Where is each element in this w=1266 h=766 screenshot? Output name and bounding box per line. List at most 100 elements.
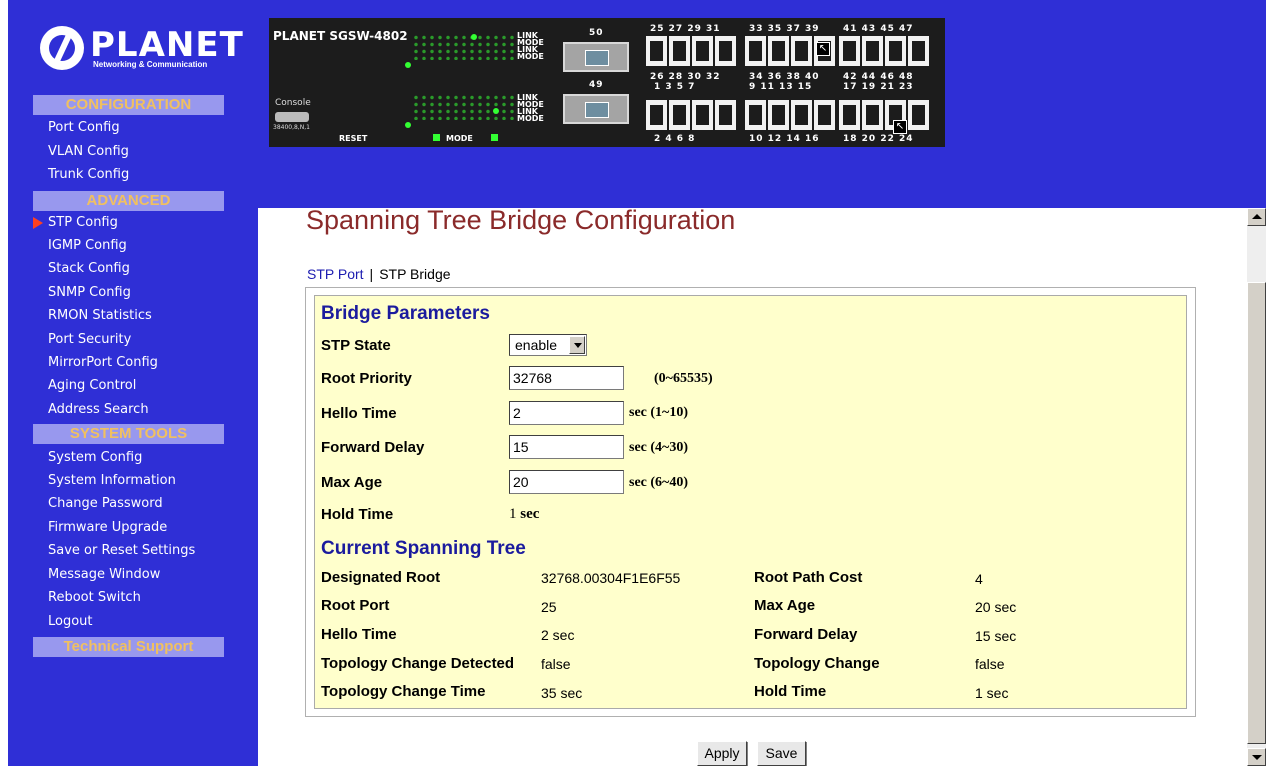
sidebar-item-change-password[interactable]: Change Password [48, 493, 163, 515]
sidebar-item-mirrorport-config[interactable]: MirrorPort Config [48, 352, 158, 374]
max-age-input[interactable] [509, 470, 624, 494]
sidebar-item-vlan-config[interactable]: VLAN Config [48, 141, 129, 163]
rj45-ports-bottom-2 [745, 100, 835, 130]
panel-brand: PLANET SGSW-4802 [273, 29, 408, 43]
sfp-port-icon [563, 42, 629, 72]
rj45-ports-bottom-3 [839, 100, 929, 130]
led-label: MODE [517, 114, 544, 123]
switch-front-panel: PLANET SGSW-4802 LINK MODE LINK MODE LIN… [269, 18, 945, 147]
current-forward-delay-label: Forward Delay [754, 626, 858, 643]
max-age-range: sec (6~40) [629, 475, 688, 490]
sidebar-item-snmp-config[interactable]: SNMP Config [48, 282, 131, 304]
mode-label: MODE [446, 134, 473, 143]
topology-change-detected-label: Topology Change Detected [321, 655, 515, 672]
led-lit [405, 62, 411, 68]
port-numbers: 33 35 37 39 [749, 24, 820, 34]
current-max-age-value: 20 sec [975, 599, 1017, 615]
max-age-label: Max Age [321, 474, 383, 491]
led-lit [471, 34, 477, 40]
forward-delay-range: sec (4~30) [629, 440, 688, 455]
scroll-up-icon[interactable] [1247, 208, 1266, 226]
vertical-scrollbar[interactable] [1247, 208, 1266, 766]
root-priority-label: Root Priority [321, 370, 412, 387]
port-cursor-icon: ↖ [893, 120, 907, 134]
sidebar-item-stack-config[interactable]: Stack Config [48, 258, 130, 280]
current-hold-time-value: 1 sec [975, 685, 1009, 701]
tab-separator: | [369, 266, 374, 282]
active-arrow-icon [33, 217, 43, 229]
planet-logo-icon [40, 26, 84, 70]
forward-delay-input[interactable] [509, 435, 624, 459]
current-forward-delay-value: 15 sec [975, 628, 1017, 644]
designated-root-value: 32768.00304F1E6F55 [541, 570, 681, 586]
section-advanced: ADVANCED [33, 191, 224, 211]
sidebar-item-port-security[interactable]: Port Security [48, 329, 131, 351]
port-numbers: 26 28 30 32 [650, 72, 721, 82]
save-button[interactable]: Save [757, 741, 806, 766]
sidebar-item-reboot-switch[interactable]: Reboot Switch [48, 587, 141, 609]
current-spanning-tree-heading: Current Spanning Tree [321, 538, 526, 559]
led-lit [493, 108, 499, 114]
stp-state-value: enable [515, 337, 558, 353]
port-numbers: 42 44 46 48 [843, 72, 914, 82]
scroll-down-icon[interactable] [1247, 748, 1266, 766]
current-max-age-label: Max Age [754, 597, 816, 614]
section-system-tools: SYSTEM TOOLS [33, 424, 224, 444]
rj45-ports-top-1 [646, 36, 736, 66]
section-configuration: CONFIGURATION [33, 95, 224, 115]
sfp-label: 49 [589, 80, 604, 90]
section-technical-support[interactable]: Technical Support [33, 637, 224, 657]
sidebar-item-igmp-config[interactable]: IGMP Config [48, 235, 127, 257]
sidebar-item-save-reset-settings[interactable]: Save or Reset Settings [48, 540, 195, 562]
bridge-parameters-heading: Bridge Parameters [321, 303, 490, 324]
console-label: Console [275, 98, 311, 108]
hello-time-input[interactable] [509, 401, 624, 425]
sidebar-item-trunk-config[interactable]: Trunk Config [48, 164, 129, 186]
topology-change-detected-value: false [541, 656, 571, 672]
sidebar-item-port-config[interactable]: Port Config [48, 117, 120, 139]
designated-root-label: Designated Root [321, 569, 441, 586]
tab-stp-port[interactable]: STP Port [307, 266, 364, 282]
hello-time-range: sec (1~10) [629, 405, 688, 420]
sidebar-item-firmware-upgrade[interactable]: Firmware Upgrade [48, 517, 167, 539]
reset-label: RESET [339, 134, 368, 143]
sidebar-item-message-window[interactable]: Message Window [48, 564, 160, 586]
mode-led-icon [491, 134, 498, 141]
logo-text: PLANET [90, 25, 244, 65]
mode-led-icon [433, 134, 440, 141]
topology-change-value: false [975, 656, 1005, 672]
port-numbers: 1 3 5 7 [654, 82, 696, 92]
current-hello-time-value: 2 sec [541, 627, 575, 643]
sidebar-item-stp-config[interactable]: STP Config [48, 212, 118, 234]
sidebar-item-aging-control[interactable]: Aging Control [48, 375, 136, 397]
sidebar-item-rmon-statistics[interactable]: RMON Statistics [48, 305, 152, 327]
sidebar-item-address-search[interactable]: Address Search [48, 399, 149, 421]
bridge-panel [314, 295, 1187, 709]
topology-change-time-label: Topology Change Time [321, 683, 486, 700]
stp-tabs: STP Port | STP Bridge [307, 266, 451, 282]
apply-button[interactable]: Apply [697, 741, 747, 766]
sfp-port-icon [563, 94, 629, 124]
tab-stp-bridge[interactable]: STP Bridge [379, 266, 450, 282]
port-numbers: 41 43 45 47 [843, 24, 914, 34]
scroll-thumb[interactable] [1247, 282, 1266, 744]
topology-change-label: Topology Change [754, 655, 880, 672]
port-numbers: 17 19 21 23 [843, 82, 914, 92]
sidebar-item-system-config[interactable]: System Config [48, 447, 142, 469]
console-setting: 38400,8,N,1 [273, 124, 310, 131]
stp-state-select[interactable]: enable [509, 334, 587, 356]
port-numbers: 25 27 29 31 [650, 24, 721, 34]
sidebar-item-logout[interactable]: Logout [48, 611, 93, 633]
led-label: MODE [517, 52, 544, 61]
hold-time-label: Hold Time [321, 506, 394, 523]
current-hold-time-label: Hold Time [754, 683, 827, 700]
chevron-down-icon[interactable] [569, 336, 585, 354]
root-priority-input[interactable] [509, 366, 624, 390]
port-numbers: 18 20 22 24 [843, 134, 914, 144]
current-hello-time-label: Hello Time [321, 626, 397, 643]
logo-tagline: Networking & Communication [93, 60, 208, 69]
rj45-ports-bottom-1 [646, 100, 736, 130]
planet-logo: PLANET Networking & Communication [40, 26, 243, 76]
rj45-ports-top-3 [839, 36, 929, 66]
sidebar-item-system-information[interactable]: System Information [48, 470, 176, 492]
